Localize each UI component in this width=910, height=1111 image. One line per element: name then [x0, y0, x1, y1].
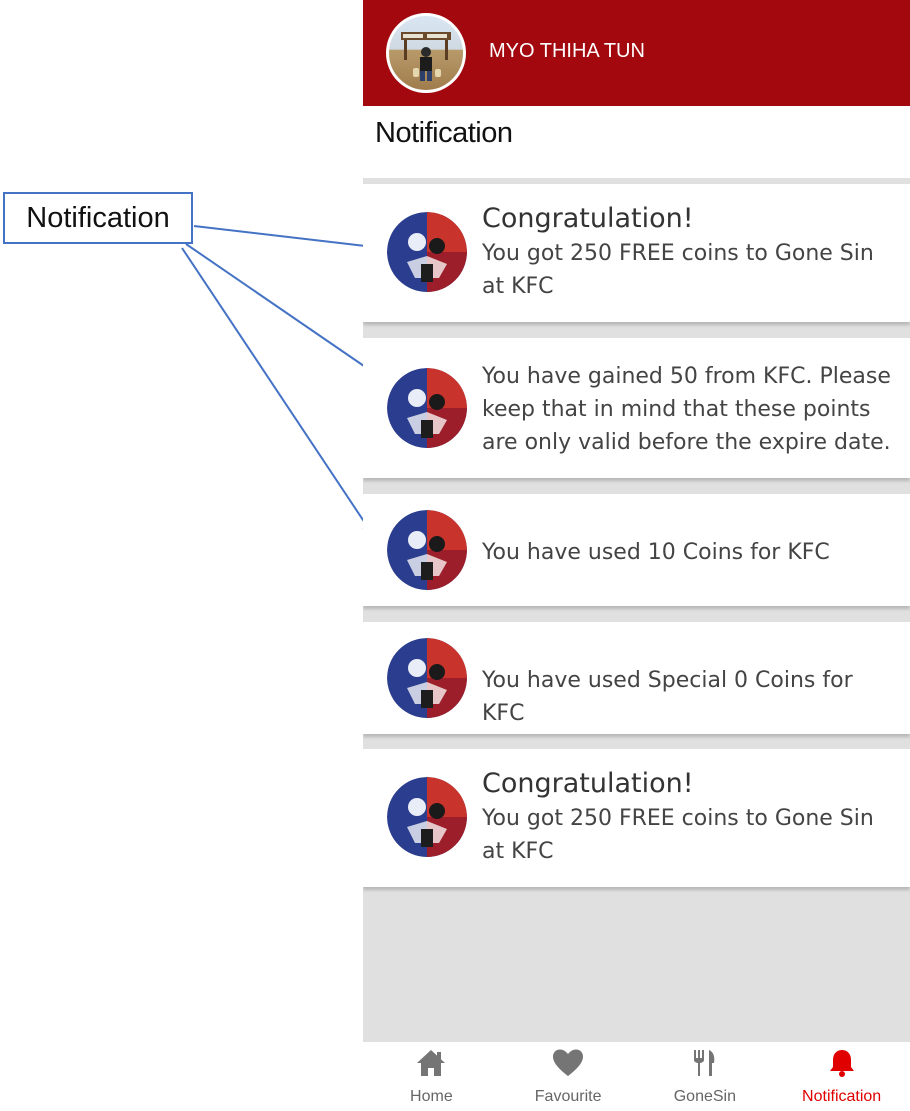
notification-text: You have used 10 Coins for KFC: [482, 536, 898, 569]
notification-card[interactable]: Congratulation! You got 250 FREE coins t…: [363, 749, 910, 887]
app-header: MYO THIHA TUN: [363, 0, 910, 106]
notification-thumbnail: [387, 368, 467, 448]
fork-knife-icon: [689, 1048, 721, 1082]
bottom-navigation: Home Favourite GoneSin Notification: [363, 1042, 910, 1111]
page-title: Notification: [375, 117, 513, 149]
notification-body: You got 250 FREE coins to Gone Sin at KF…: [482, 806, 874, 864]
notification-card[interactable]: You have used Special 0 Coins for KFC: [363, 622, 910, 734]
nav-gonesin-label: GoneSin: [673, 1088, 736, 1105]
nav-gonesin[interactable]: GoneSin: [637, 1042, 774, 1111]
user-name: MYO THIHA TUN: [489, 40, 645, 62]
notification-text: You have gained 50 from KFC. Please keep…: [482, 360, 898, 459]
notification-thumbnail: [387, 777, 467, 857]
notification-card[interactable]: You have gained 50 from KFC. Please keep…: [363, 338, 910, 478]
nav-home[interactable]: Home: [363, 1042, 500, 1111]
notification-body: You have used 10 Coins for KFC: [482, 540, 830, 565]
home-icon: [415, 1048, 447, 1082]
notification-thumbnail: [387, 638, 467, 718]
notification-text: Congratulation! You got 250 FREE coins t…: [482, 766, 898, 868]
notification-body: You have used Special 0 Coins for KFC: [482, 668, 853, 726]
notification-heading: Congratulation!: [482, 203, 694, 234]
notification-body: You got 250 FREE coins to Gone Sin at KF…: [482, 241, 874, 299]
title-bar: Notification: [363, 106, 910, 178]
annotation-callout: Notification: [3, 192, 193, 244]
nav-favourite-label: Favourite: [534, 1088, 602, 1105]
heart-icon: [552, 1048, 584, 1082]
notification-text: You have used Special 0 Coins for KFC: [482, 664, 898, 730]
nav-notification-label: Notification: [802, 1088, 882, 1105]
notification-body: You have gained 50 from KFC. Please keep…: [482, 364, 891, 455]
notification-text: Congratulation! You got 250 FREE coins t…: [482, 201, 898, 303]
notification-thumbnail: [387, 510, 467, 590]
user-avatar[interactable]: [386, 13, 466, 93]
bell-icon: [826, 1048, 858, 1082]
notification-heading: Congratulation!: [482, 768, 694, 799]
nav-favourite[interactable]: Favourite: [500, 1042, 637, 1111]
notification-thumbnail: [387, 212, 467, 292]
notification-card[interactable]: You have used 10 Coins for KFC: [363, 494, 910, 606]
nav-notification[interactable]: Notification: [773, 1042, 910, 1111]
notification-card[interactable]: Congratulation! You got 250 FREE coins t…: [363, 184, 910, 322]
phone-screen: MYO THIHA TUN Notification Congratulatio…: [363, 0, 910, 1111]
nav-home-label: Home: [410, 1088, 453, 1105]
